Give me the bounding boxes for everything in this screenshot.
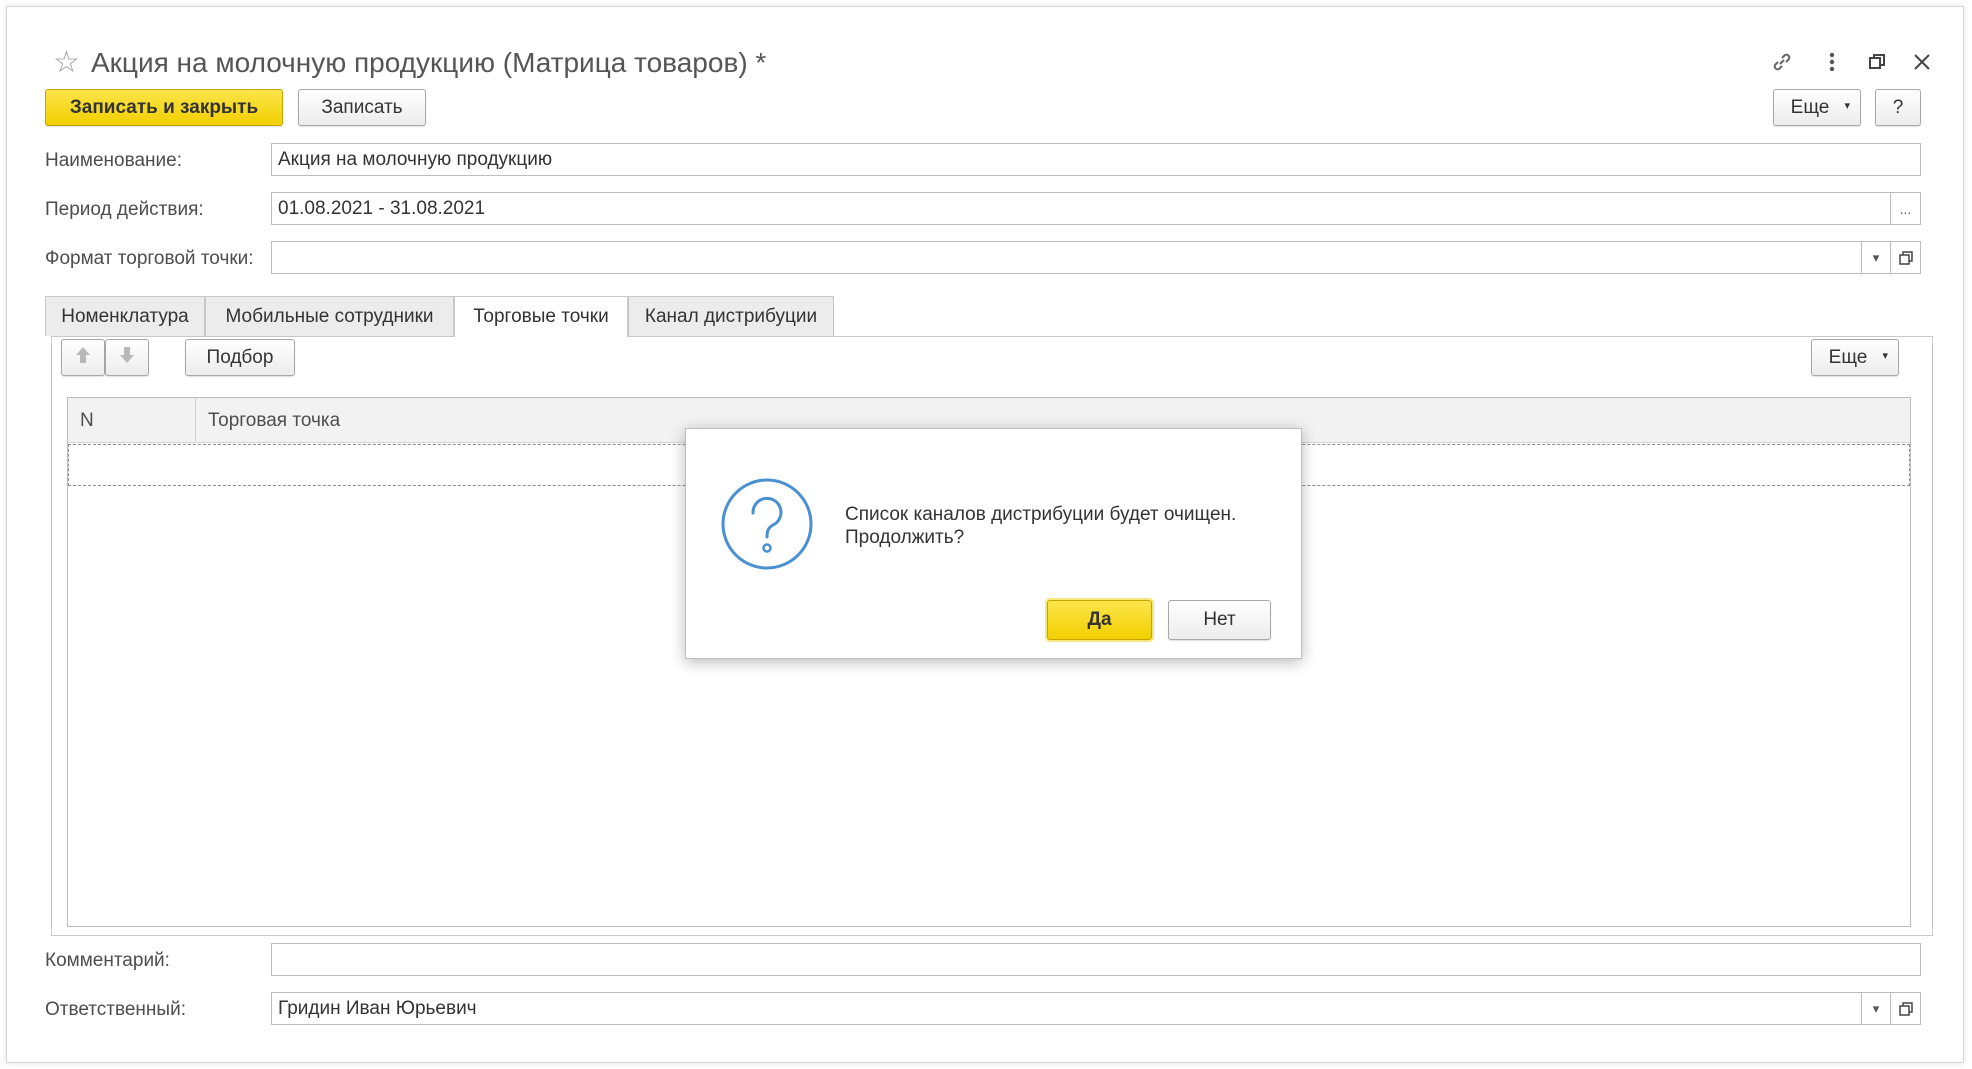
comment-field[interactable] (271, 943, 1921, 976)
save-button[interactable]: Записать (298, 89, 426, 126)
responsible-dropdown-icon[interactable]: ▾ (1861, 992, 1891, 1025)
move-up-button[interactable] (61, 339, 105, 376)
responsible-field[interactable]: Гридин Иван Юрьевич (271, 992, 1862, 1025)
tab-outlets[interactable]: Торговые точки (454, 296, 628, 337)
period-label: Период действия: (45, 199, 204, 220)
help-button[interactable]: ? (1875, 89, 1921, 126)
more-vertical-icon[interactable] (1817, 47, 1847, 77)
tab-mobile-employees[interactable]: Мобильные сотрудники (205, 296, 454, 336)
arrow-down-icon (119, 346, 135, 370)
format-open-icon[interactable] (1890, 241, 1921, 274)
more-label: Еще (1790, 96, 1830, 118)
format-field[interactable] (271, 241, 1862, 274)
format-label: Формат торговой точки: (45, 248, 254, 269)
arrow-up-icon (75, 346, 91, 370)
dropdown-arrow-icon: ▾ (1844, 100, 1850, 112)
favorite-star-icon[interactable]: ☆ (53, 45, 80, 80)
responsible-open-icon[interactable] (1890, 992, 1921, 1025)
dialog-message-line1: Список каналов дистрибуции будет очищен. (845, 504, 1237, 525)
comment-label: Комментарий: (45, 950, 170, 971)
pick-button[interactable]: Подбор (185, 339, 295, 376)
close-icon[interactable] (1907, 47, 1937, 77)
restore-window-icon[interactable] (1862, 47, 1892, 77)
period-field[interactable]: 01.08.2021 - 31.08.2021 (271, 192, 1891, 225)
table-more-label: Еще (1828, 346, 1868, 368)
yes-button[interactable]: Да (1047, 600, 1152, 640)
dialog-message: Список каналов дистрибуции будет очищен.… (845, 503, 1236, 549)
column-header-n[interactable]: N (68, 398, 196, 443)
page-title: Акция на молочную продукцию (Матрица тов… (91, 47, 767, 78)
dialog-message-line2: Продолжить? (845, 527, 965, 548)
name-label: Наименование: (45, 150, 182, 171)
period-select-button[interactable]: ... (1890, 192, 1921, 225)
responsible-label: Ответственный: (45, 999, 186, 1020)
tab-nomenclature[interactable]: Номенклатура (45, 296, 205, 336)
name-field[interactable]: Акция на молочную продукцию (271, 143, 1921, 176)
more-button[interactable]: Еще ▾ (1773, 89, 1861, 126)
question-icon (720, 477, 814, 577)
form-window: ☆ Акция на молочную продукцию (Матрица т… (6, 6, 1964, 1063)
confirm-dialog: Список каналов дистрибуции будет очищен.… (685, 428, 1302, 659)
no-button[interactable]: Нет (1168, 600, 1271, 640)
link-icon[interactable] (1767, 47, 1797, 77)
save-and-close-button[interactable]: Записать и закрыть (45, 89, 283, 126)
format-dropdown-icon[interactable]: ▾ (1861, 241, 1891, 274)
tab-distribution-channel[interactable]: Канал дистрибуции (628, 296, 834, 336)
table-more-button[interactable]: Еще ▾ (1811, 339, 1899, 376)
dropdown-arrow-icon: ▾ (1882, 350, 1888, 362)
move-down-button[interactable] (105, 339, 149, 376)
